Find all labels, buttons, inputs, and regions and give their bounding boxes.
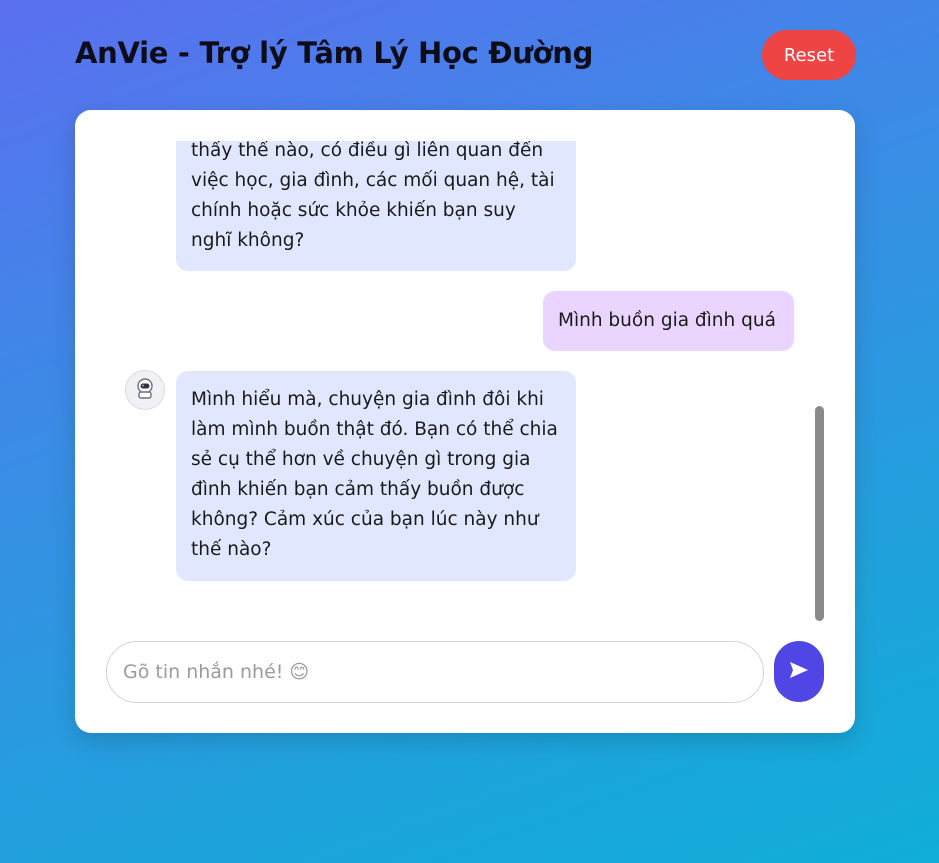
message-line: thế nào? — [191, 539, 272, 560]
bot-message: thấy thế nào, có điều gì liên quan đến v… — [176, 141, 576, 271]
bot-message: Mình hiểu mà, chuyện gia đình đôi khi là… — [176, 371, 576, 581]
message-line: làm mình buồn thật đó. Bạn có thể chia — [191, 419, 558, 440]
message-line: chính hoặc sức khỏe khiến bạn suy — [191, 200, 516, 221]
bot-avatar — [125, 370, 165, 410]
scrollbar-thumb[interactable] — [815, 406, 824, 621]
message-list[interactable]: thấy thế nào, có điều gì liên quan đến v… — [75, 141, 855, 609]
message-line: sẻ cụ thể hơn về chuyện gì trong gia — [191, 449, 531, 470]
reset-button[interactable]: Reset — [762, 30, 856, 80]
message-line: Mình hiểu mà, chuyện gia đình đôi khi — [191, 389, 544, 410]
message-line: việc học, gia đình, các mối quan hệ, tài — [191, 170, 555, 191]
message-line: thấy thế nào, có điều gì liên quan đến — [191, 141, 544, 161]
user-message: Mình buồn gia đình quá — [543, 291, 794, 351]
composer — [106, 641, 824, 703]
send-icon — [789, 661, 809, 682]
message-input[interactable] — [106, 641, 764, 703]
app-title: AnVie - Trợ lý Tâm Lý Học Đường — [75, 36, 594, 70]
header: AnVie - Trợ lý Tâm Lý Học Đường Reset — [75, 30, 856, 80]
chat-card: thấy thế nào, có điều gì liên quan đến v… — [75, 110, 855, 733]
message-line: nghĩ không? — [191, 230, 305, 251]
astronaut-icon — [133, 376, 157, 405]
message-text: Mình buồn gia đình quá — [558, 310, 776, 331]
message-line: đình khiến bạn cảm thấy buồn được — [191, 479, 525, 500]
message-line: không? Cảm xúc của bạn lúc này như — [191, 509, 539, 530]
send-button[interactable] — [774, 641, 824, 702]
